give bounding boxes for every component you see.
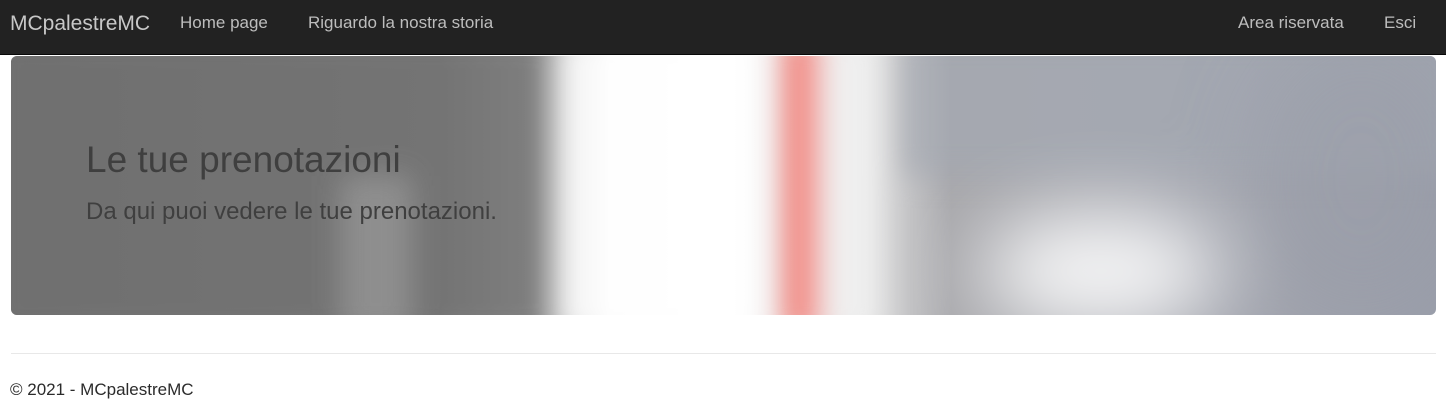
page-title: Le tue prenotazioni — [86, 139, 401, 180]
hero-background-image — [11, 56, 1436, 315]
nav-logout-link[interactable]: Esci — [1384, 13, 1416, 33]
nav-reserved-area-link[interactable]: Area riservata — [1238, 13, 1344, 33]
hero-banner: Le tue prenotazioni Da qui puoi vedere l… — [11, 56, 1436, 315]
footer-divider — [11, 353, 1436, 354]
brand-link[interactable]: MCpalestreMC — [10, 12, 150, 36]
nav-story-link[interactable]: Riguardo la nostra storia — [308, 13, 493, 33]
nav-home-link[interactable]: Home page — [180, 13, 268, 33]
page-subtitle: Da qui puoi vedere le tue prenotazioni. — [86, 198, 497, 225]
top-navbar: MCpalestreMC Home page Riguardo la nostr… — [0, 0, 1446, 55]
footer-copyright: © 2021 - MCpalestreMC — [10, 380, 194, 399]
